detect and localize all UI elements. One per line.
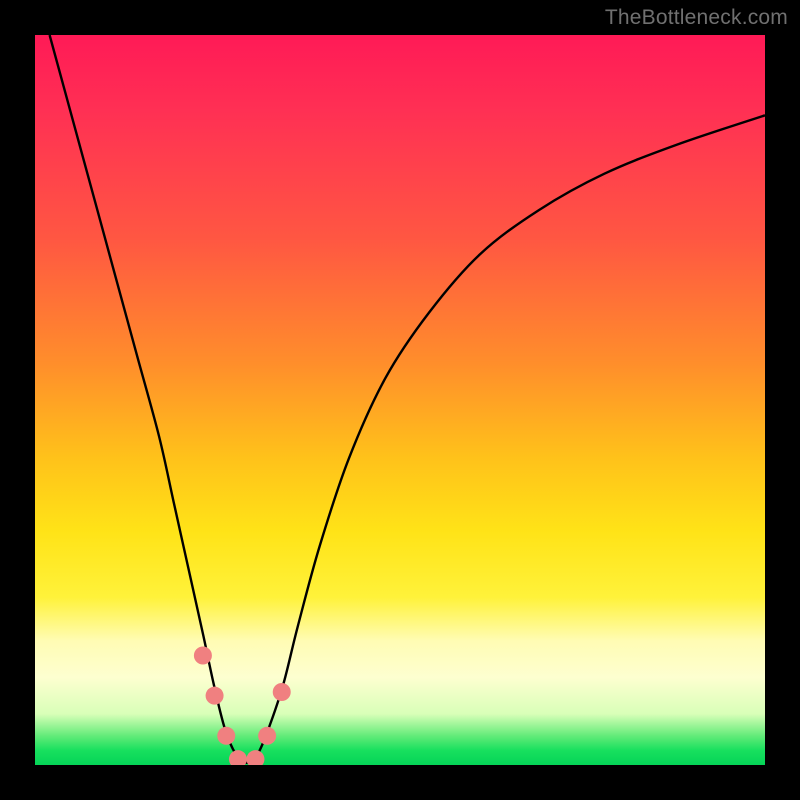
marker-bottom-left [229,750,247,765]
curve-path [50,35,765,763]
watermark-text: TheBottleneck.com [605,6,788,30]
chart-frame: TheBottleneck.com [0,0,800,800]
marker-right-upper [273,683,291,701]
marker-left-lower [217,727,235,745]
plot-area [35,35,765,765]
marker-left-upper [194,647,212,665]
marker-bottom-right [246,750,264,765]
marker-right-lower [258,727,276,745]
chart-svg [35,35,765,765]
marker-left-mid [206,687,224,705]
